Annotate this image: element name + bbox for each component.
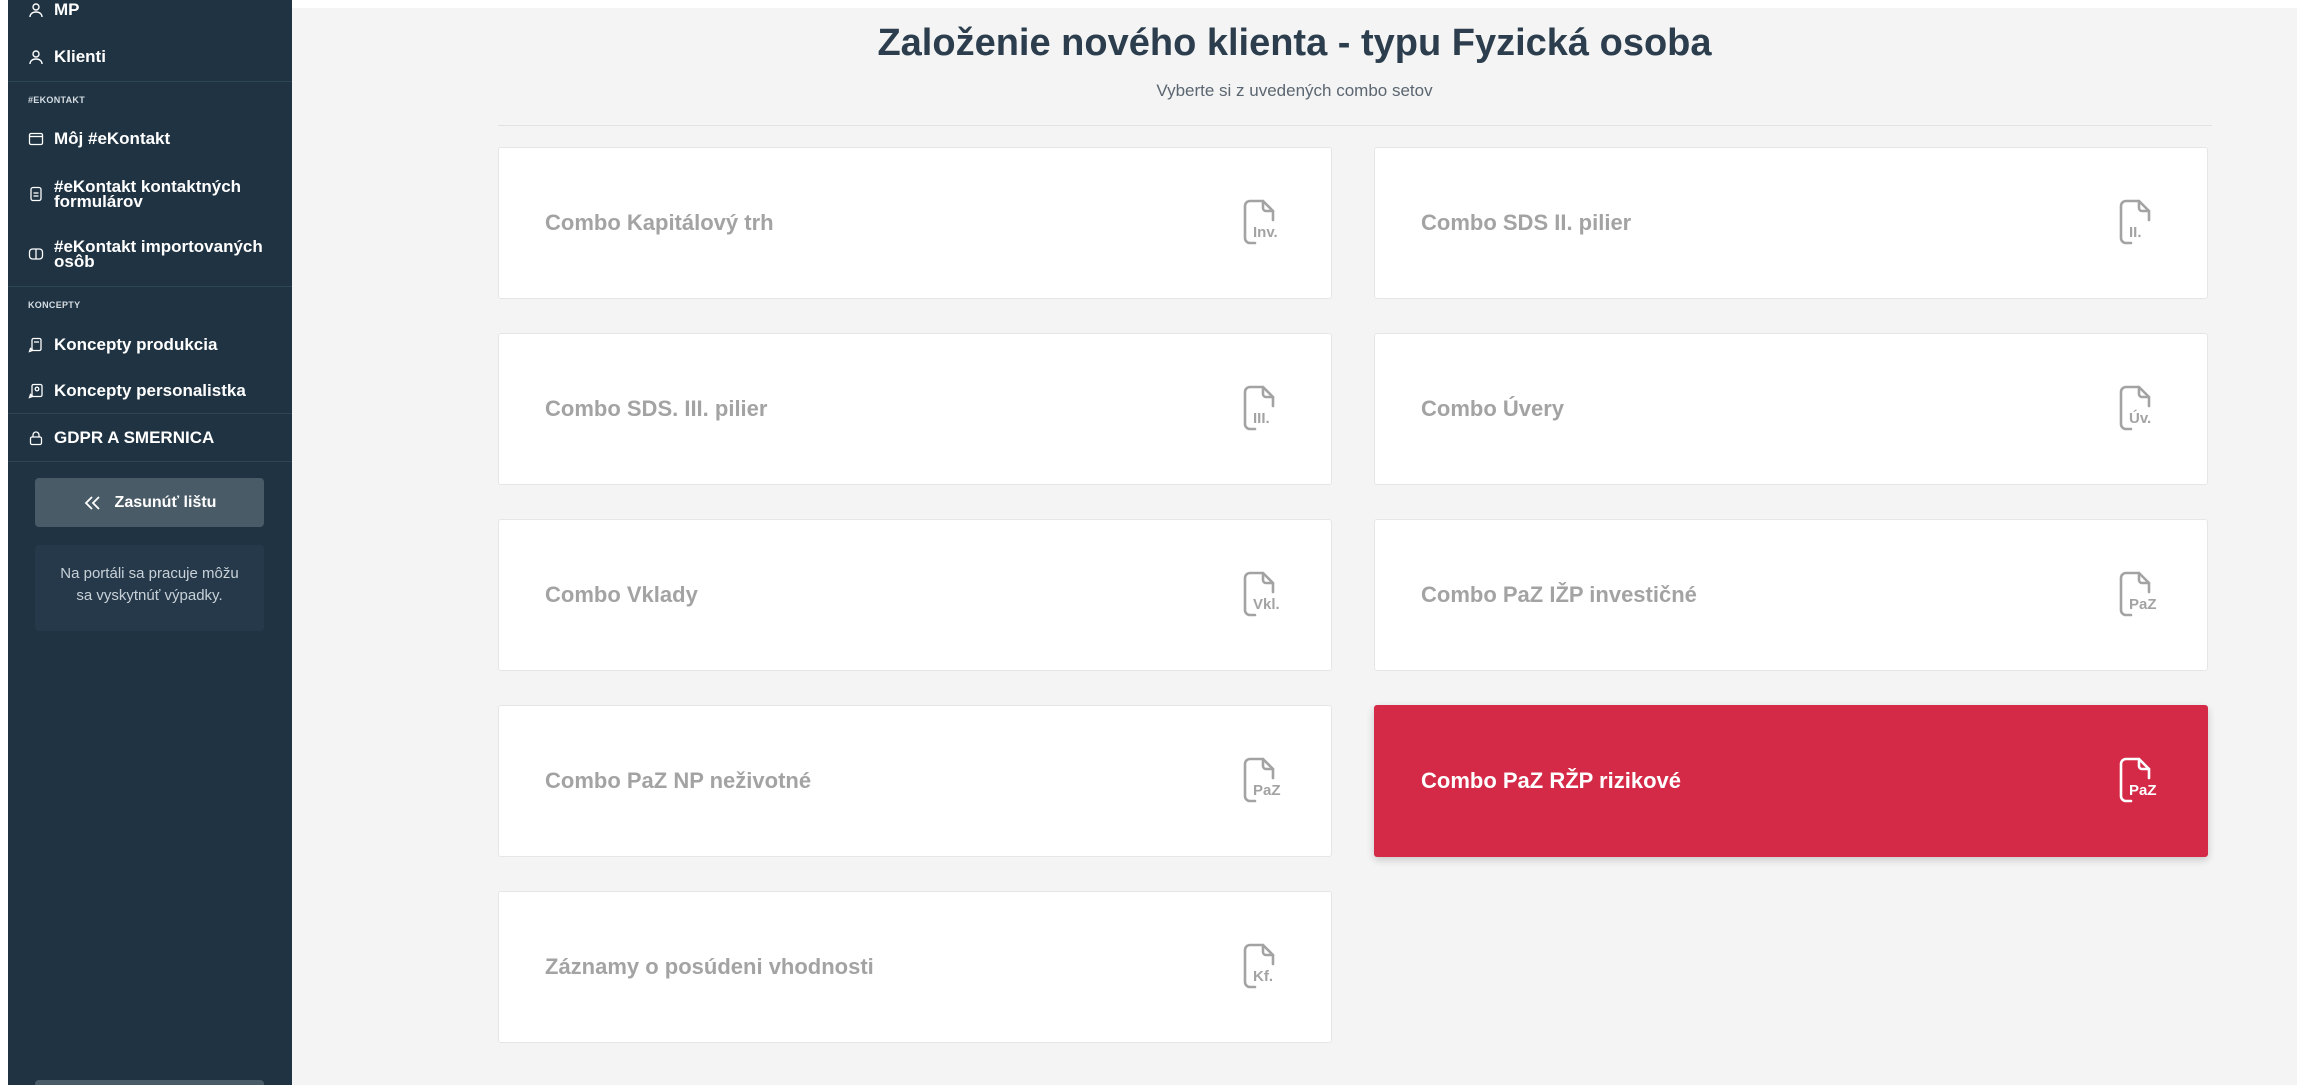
document-icon: III. <box>1241 384 1285 434</box>
notice-line: Na portáli sa pracuje môžu <box>60 565 239 582</box>
sidebar-item-ekontakt-importovane[interactable]: #eKontakt importovaných osôb <box>28 238 263 271</box>
combo-card[interactable]: Combo Úvery Úv. <box>1374 333 2208 485</box>
combo-card[interactable]: Combo SDS II. pilier II. <box>1374 147 2208 299</box>
combo-card[interactable]: Combo PaZ RŽP rizikové PaZ <box>1374 705 2208 857</box>
document-icon: PaZ <box>1241 756 1285 806</box>
sidebar-item-label-group: #eKontakt importovaných osôb <box>54 238 263 271</box>
combo-card[interactable]: Combo PaZ NP neživotné PaZ <box>498 705 1332 857</box>
document-icon <box>28 186 44 202</box>
combo-card-label: Combo SDS II. pilier <box>1421 210 1632 235</box>
combo-card-label: Záznamy o posúdeni vhodnosti <box>545 954 874 979</box>
document-icon: Úv. <box>2117 384 2161 434</box>
person-icon <box>28 2 44 18</box>
notice-line: sa vyskytnúť výpadky. <box>76 587 223 604</box>
sidebar-item-mp[interactable]: MP <box>28 0 80 19</box>
sidebar-divider <box>8 81 292 82</box>
combo-card-label: Combo PaZ NP neživotné <box>545 768 812 793</box>
maintenance-notice: Na portáli sa pracuje môžu sa vyskytnúť … <box>35 545 264 631</box>
combo-card[interactable]: Combo SDS. III. pilier III. <box>498 333 1332 485</box>
document-edit-icon <box>28 337 44 353</box>
sidebar-item-klienti[interactable]: Klienti <box>28 47 106 66</box>
combo-card-abbr: III. <box>1253 410 1270 427</box>
combo-card-abbr: Kf. <box>1253 968 1273 985</box>
combo-card-abbr: PaZ <box>1253 782 1281 799</box>
sidebar-item-label: Koncepty personalistka <box>54 381 246 400</box>
sidebar-item-koncepty-personalistka[interactable]: Koncepty personalistka <box>28 381 246 400</box>
collapse-sidebar-label: Zasunúť lištu <box>114 493 217 511</box>
document-icon: II. <box>2117 198 2161 248</box>
page-subtitle: Vyberte si z uvedených combo setov <box>1156 81 1433 100</box>
document-icon: PaZ <box>2117 756 2161 806</box>
sidebar-item-label: Môj #eKontakt <box>54 129 171 148</box>
header-divider <box>498 125 2212 126</box>
sidebar-divider <box>8 461 292 462</box>
double-chevron-left-icon <box>83 495 103 511</box>
combo-card[interactable]: Combo PaZ IŽP investičné PaZ <box>1374 519 2208 671</box>
combo-card-label: Combo Úvery <box>1421 396 1565 421</box>
combo-card[interactable]: Combo Kapitálový trh Inv. <box>498 147 1332 299</box>
sidebar-divider <box>8 286 292 287</box>
combo-card-abbr: Vkl. <box>1253 596 1280 613</box>
sidebar-item-label: formulárov <box>54 192 143 211</box>
document-icon: Inv. <box>1241 198 1285 248</box>
person-icon <box>28 49 44 65</box>
sidebar-item-gdpr[interactable]: GDPR A SMERNICA <box>28 428 215 447</box>
document-icon: Vkl. <box>1241 570 1285 620</box>
sidebar-item-koncepty-produkcia[interactable]: Koncepty produkcia <box>28 335 218 354</box>
sidebar-item-label: GDPR A SMERNICA <box>54 428 215 447</box>
combo-card[interactable]: Záznamy o posúdeni vhodnosti Kf. <box>498 891 1332 1043</box>
collapse-sidebar-button[interactable]: Zasunúť lištu <box>35 478 264 527</box>
combo-card-abbr: II. <box>2129 224 2142 241</box>
combo-card-label: Combo SDS. III. pilier <box>545 396 768 421</box>
document-person-icon <box>28 383 44 399</box>
lock-icon <box>28 430 44 446</box>
combo-card-label: Combo PaZ RŽP rizikové <box>1421 768 1681 793</box>
combo-card-label: Combo Vklady <box>545 582 698 607</box>
page-title: Založenie nového klienta - typu Fyzická … <box>877 22 1712 64</box>
sidebar-item-ekontakt-formulare[interactable]: #eKontakt kontaktných formulárov <box>28 178 241 211</box>
book-icon <box>28 246 44 262</box>
combo-card-label: Combo Kapitálový trh <box>545 210 774 235</box>
sidebar-item-label: MP <box>54 0 80 19</box>
sidebar-divider <box>8 413 292 414</box>
combo-card[interactable]: Combo Vklady Vkl. <box>498 519 1332 671</box>
window-icon <box>28 131 44 147</box>
sidebar-item-label: Klienti <box>54 47 106 66</box>
combo-card-abbr: PaZ <box>2129 782 2157 799</box>
sidebar: MP Klienti #EKONTAKT Môj #eKontakt #eKon… <box>8 0 292 1085</box>
main-content: Založenie nového klienta - typu Fyzická … <box>292 8 2297 1085</box>
document-icon: PaZ <box>2117 570 2161 620</box>
sidebar-section-ekontakt: #EKONTAKT <box>28 95 86 105</box>
combo-card-abbr: Inv. <box>1253 224 1278 241</box>
combo-card-abbr: PaZ <box>2129 596 2157 613</box>
combo-card-label: Combo PaZ IŽP investičné <box>1421 582 1697 607</box>
sidebar-item-label-group: #eKontakt kontaktných formulárov <box>54 178 241 211</box>
sidebar-bottom-button[interactable] <box>35 1080 264 1085</box>
document-icon: Kf. <box>1241 942 1285 992</box>
sidebar-section-koncepty: KONCEPTY <box>28 300 81 310</box>
sidebar-item-label: Koncepty produkcia <box>54 335 218 354</box>
sidebar-item-label: osôb <box>54 252 95 271</box>
combo-card-abbr: Úv. <box>2129 410 2152 427</box>
sidebar-item-moj-ekontakt[interactable]: Môj #eKontakt <box>28 129 171 148</box>
